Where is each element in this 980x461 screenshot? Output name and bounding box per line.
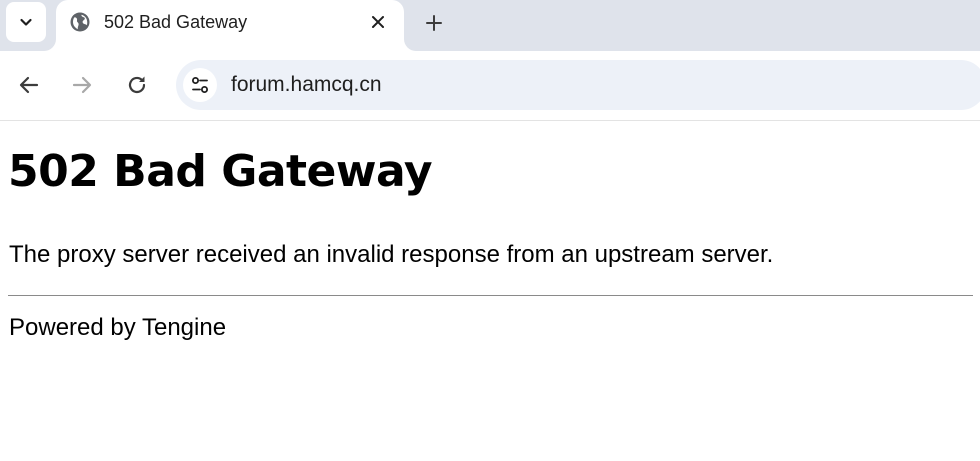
- active-tab[interactable]: 502 Bad Gateway: [56, 0, 404, 51]
- tab-close-button[interactable]: [366, 10, 390, 34]
- tune-icon: [192, 77, 208, 93]
- reload-button[interactable]: [119, 67, 155, 103]
- back-button[interactable]: [11, 67, 47, 103]
- arrow-left-icon: [19, 76, 39, 94]
- globe-icon: [70, 12, 90, 32]
- forward-button[interactable]: [64, 67, 100, 103]
- tab-title: 502 Bad Gateway: [104, 12, 248, 32]
- server-footer: Powered by Tengine: [9, 314, 227, 341]
- new-tab-button[interactable]: [420, 9, 448, 37]
- site-info-button[interactable]: [183, 68, 217, 102]
- url-text[interactable]: forum.hamcq.cn: [231, 73, 382, 97]
- chevron-down-icon: [20, 18, 32, 26]
- tab-strip: 502 Bad Gateway: [0, 0, 980, 51]
- reload-icon: [128, 76, 146, 94]
- page-title: 502 Bad Gateway: [8, 146, 433, 197]
- tab-search-button[interactable]: [6, 2, 46, 42]
- address-bar[interactable]: forum.hamcq.cn: [176, 60, 980, 110]
- browser-toolbar: forum.hamcq.cn: [0, 51, 980, 121]
- horizontal-rule: [8, 295, 973, 296]
- close-icon: [372, 16, 384, 28]
- plus-icon: [426, 15, 442, 31]
- page-content: 502 Bad Gateway The proxy server receive…: [0, 122, 980, 461]
- error-message: The proxy server received an invalid res…: [9, 241, 774, 268]
- arrow-right-icon: [72, 76, 92, 94]
